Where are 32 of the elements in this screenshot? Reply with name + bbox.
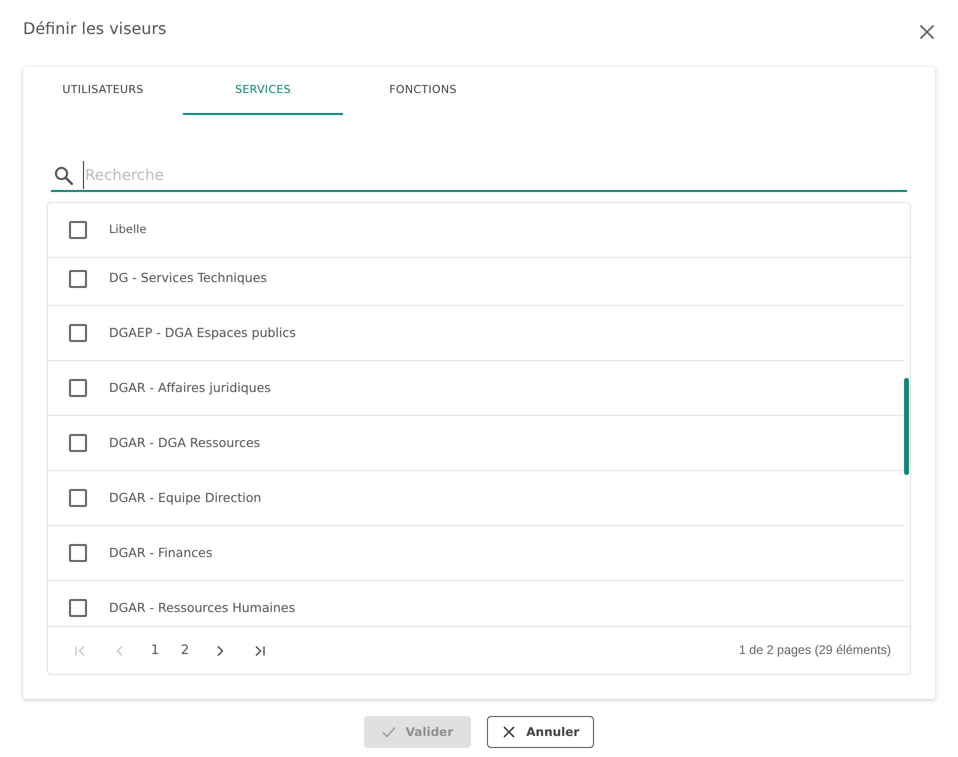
check-icon bbox=[382, 725, 396, 739]
search-icon bbox=[54, 166, 73, 184]
row-checkbox[interactable] bbox=[69, 379, 87, 397]
tab[interactable]: SERVICES bbox=[183, 67, 343, 115]
tab[interactable]: UTILISATEURS bbox=[23, 67, 183, 115]
table-cell-text: DGAR - Equipe Direction bbox=[109, 488, 262, 507]
search-bar[interactable]: Recherche bbox=[51, 160, 907, 192]
scrollbar-thumb[interactable] bbox=[904, 378, 909, 475]
close-button[interactable] bbox=[919, 24, 935, 40]
table-cell-text: DGAR - Ressources Humaines bbox=[109, 598, 296, 617]
table-cell-text: DGAR - Affaires juridiques bbox=[109, 378, 271, 397]
table-cell-text: DGAR - Finances bbox=[109, 544, 212, 562]
last-page-icon[interactable] bbox=[254, 644, 266, 656]
table-cell-text: DGAEP - DGA Espaces publics bbox=[109, 324, 296, 342]
page-button[interactable]: 1 bbox=[140, 636, 170, 666]
column-header: Libelle bbox=[109, 221, 146, 238]
page-summary: 1 de 2 pages (29 éléments) bbox=[738, 642, 891, 660]
row-checkbox[interactable] bbox=[69, 599, 87, 617]
table-cell-text: DGAR - DGA Ressources bbox=[109, 434, 260, 452]
row-checkbox[interactable] bbox=[69, 489, 87, 507]
cancel-button[interactable]: Annuler bbox=[487, 716, 594, 748]
dialog-title: Définir les viseurs bbox=[23, 18, 166, 40]
row-checkbox[interactable] bbox=[69, 434, 87, 452]
select-all-checkbox[interactable] bbox=[69, 221, 87, 239]
row-checkbox[interactable] bbox=[69, 270, 87, 288]
table-cell-text: DG - Services Techniques bbox=[109, 269, 267, 288]
close-icon bbox=[502, 725, 516, 739]
row-checkbox[interactable] bbox=[69, 544, 87, 562]
page-button[interactable]: 2 bbox=[170, 636, 200, 666]
tab[interactable]: FONCTIONS bbox=[343, 67, 503, 115]
row-checkbox[interactable] bbox=[69, 324, 87, 342]
search-field[interactable]: Recherche bbox=[83, 161, 907, 189]
